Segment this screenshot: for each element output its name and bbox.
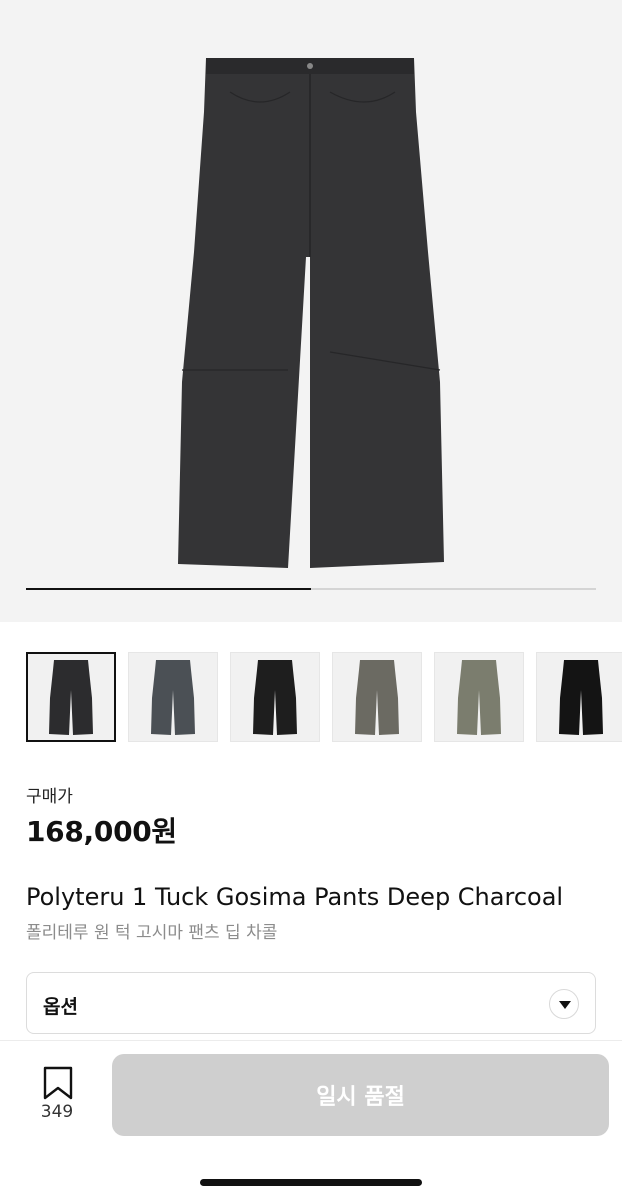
bookmark-icon xyxy=(43,1066,73,1100)
product-image-gallery[interactable] xyxy=(0,0,622,622)
bookmark-count: 349 xyxy=(40,1102,74,1122)
option-label: 옵션 xyxy=(43,996,78,1018)
thumbnail-image xyxy=(559,660,603,735)
bookmark-button[interactable]: 349 xyxy=(28,1066,88,1126)
price-value: 168,000원 xyxy=(26,815,177,848)
thumbnail-image xyxy=(253,660,297,735)
color-thumbnail-list xyxy=(0,652,622,744)
color-thumbnail[interactable] xyxy=(230,652,320,742)
gallery-progress-fill xyxy=(26,588,311,590)
color-thumbnail[interactable] xyxy=(434,652,524,742)
price-label: 구매가 xyxy=(26,787,73,807)
product-title-en: Polyteru 1 Tuck Gosima Pants Deep Charco… xyxy=(26,883,564,911)
home-indicator xyxy=(200,1179,422,1186)
thumbnail-image xyxy=(457,660,501,735)
color-thumbnail[interactable] xyxy=(536,652,622,742)
option-select[interactable]: 옵션 xyxy=(26,972,596,1034)
product-title-ko: 폴리테루 원 턱 고시마 팬츠 딥 차콜 xyxy=(26,923,278,943)
color-thumbnail[interactable] xyxy=(332,652,422,742)
thumbnail-image xyxy=(49,660,93,735)
thumbnail-image xyxy=(151,660,195,735)
color-thumbnail[interactable] xyxy=(26,652,116,742)
color-thumbnail[interactable] xyxy=(128,652,218,742)
chevron-down-icon[interactable] xyxy=(549,989,579,1019)
sold-out-button[interactable]: 일시 품절 xyxy=(112,1054,609,1136)
thumbnail-image xyxy=(355,660,399,735)
product-image xyxy=(178,58,444,568)
gallery-progress-bar xyxy=(26,588,596,590)
